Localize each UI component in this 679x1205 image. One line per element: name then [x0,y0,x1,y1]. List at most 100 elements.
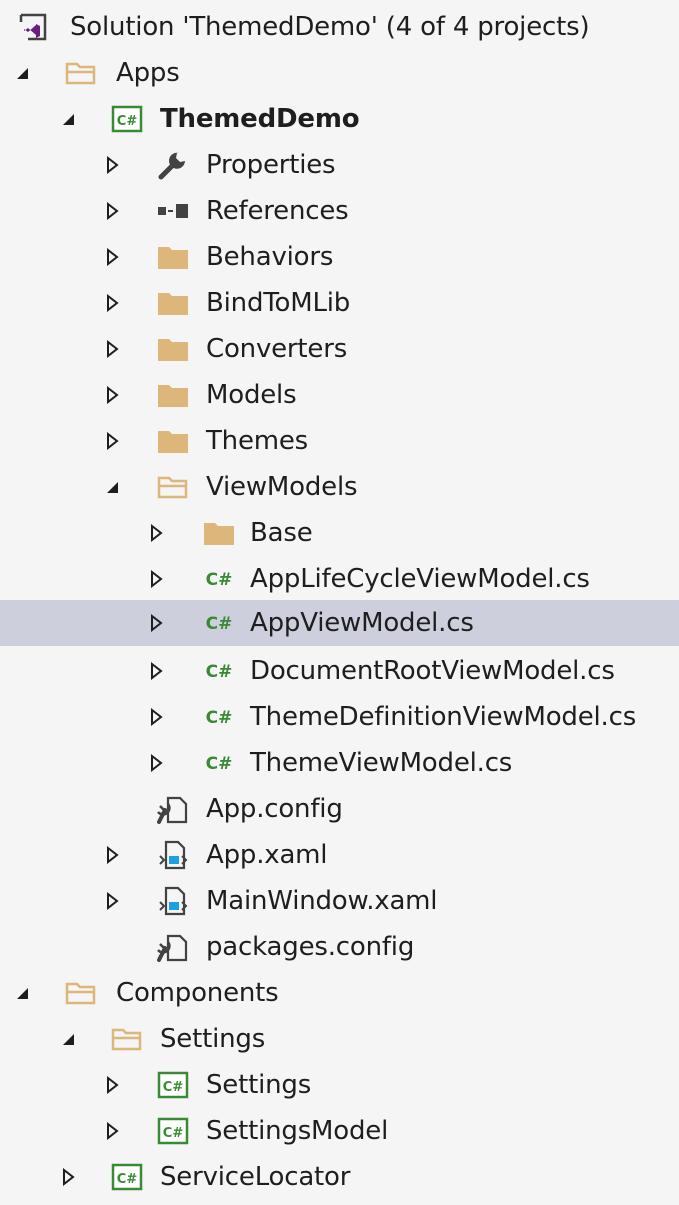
svg-text:C#: C# [206,614,233,634]
tree-item-bindtomlib-folder[interactable]: BindToMLib [0,280,679,326]
tree-item-packages-config-file[interactable]: packages.config [0,924,679,970]
solution-explorer-tree: Solution 'ThemedDemo' (4 of 4 projects) … [0,0,679,1205]
svg-text:C#: C# [117,1172,138,1187]
themeddemo-label: ThemedDemo [160,104,360,134]
expand-arrow-icon[interactable] [98,878,126,924]
csharp-project-icon: C# [154,1108,192,1154]
visual-studio-solution-icon [14,4,52,50]
expand-arrow-icon[interactable] [98,418,126,464]
svg-text:C#: C# [163,1126,184,1141]
folder-icon [200,510,238,556]
folder-icon [154,280,192,326]
folder-open-icon [108,1016,146,1062]
csharp-project-icon: C# [154,1062,192,1108]
apps-folder-label: Apps [116,58,180,88]
folder-icon [154,326,192,372]
tree-item-components-folder[interactable]: Components [0,970,679,1016]
expand-arrow-icon[interactable] [98,142,126,188]
app-xaml-label: App.xaml [206,840,328,870]
components-folder-label: Components [116,978,279,1008]
solution-label: Solution 'ThemedDemo' (4 of 4 projects) [70,12,590,42]
tree-item-settings-folder[interactable]: Settings [0,1016,679,1062]
xaml-file-icon [154,832,192,878]
folder-open-icon [62,970,100,1016]
svg-text:C#: C# [206,708,233,728]
tree-item-solution[interactable]: Solution 'ThemedDemo' (4 of 4 projects) [0,4,679,50]
expand-arrow-icon[interactable] [142,648,170,694]
applifecycleviewmodel-label: AppLifeCycleViewModel.cs [250,564,590,594]
expand-arrow-icon[interactable] [98,188,126,234]
expand-arrow-icon[interactable] [98,280,126,326]
svg-text:C#: C# [163,1080,184,1095]
expand-arrow-icon[interactable] [98,1062,126,1108]
svg-text:C#: C# [206,570,233,590]
tree-item-settingsmodel-project[interactable]: C# SettingsModel [0,1108,679,1154]
tree-item-applifecycleviewmodel-file[interactable]: C# AppLifeCycleViewModel.cs [0,556,679,602]
folder-open-icon [62,50,100,96]
tree-item-app-xaml-file[interactable]: App.xaml [0,832,679,878]
references-label: References [206,196,349,226]
config-file-icon [154,924,192,970]
collapse-arrow-icon[interactable] [54,1016,82,1062]
wrench-icon [154,142,192,188]
references-icon [154,188,192,234]
tree-item-properties[interactable]: Properties [0,142,679,188]
tree-item-themes-folder[interactable]: Themes [0,418,679,464]
expand-arrow-icon[interactable] [98,832,126,878]
tree-item-app-config-file[interactable]: App.config [0,786,679,832]
collapse-arrow-icon[interactable] [8,50,36,96]
expand-arrow-icon[interactable] [142,510,170,556]
expand-arrow-icon[interactable] [142,740,170,786]
expand-arrow-icon[interactable] [98,326,126,372]
tree-item-base-folder[interactable]: Base [0,510,679,556]
tree-item-settings-project[interactable]: C# Settings [0,1062,679,1108]
settingsmodel-project-label: SettingsModel [206,1116,389,1146]
tree-item-servicelocator-project[interactable]: C# ServiceLocator [0,1154,679,1200]
svg-text:C#: C# [206,662,233,682]
themeviewmodel-label: ThemeViewModel.cs [250,748,513,778]
mainwindow-xaml-label: MainWindow.xaml [206,886,438,916]
config-file-icon [154,786,192,832]
tree-item-models-folder[interactable]: Models [0,372,679,418]
collapse-arrow-icon[interactable] [8,970,36,1016]
csharp-file-icon: C# [200,648,238,694]
csharp-file-icon: C# [200,600,238,646]
tree-item-documentrootviewmodel-file[interactable]: C# DocumentRootViewModel.cs [0,648,679,694]
settings-folder-label: Settings [160,1024,266,1054]
tree-item-appviewmodel-file[interactable]: C# AppViewModel.cs [0,600,679,646]
packages-config-label: packages.config [206,932,415,962]
tree-item-themeviewmodel-file[interactable]: C# ThemeViewModel.cs [0,740,679,786]
tree-item-references[interactable]: References [0,188,679,234]
expand-arrow-icon[interactable] [142,694,170,740]
expand-arrow-icon[interactable] [142,600,170,646]
csharp-project-icon: C# [108,1154,146,1200]
models-label: Models [206,380,297,410]
collapse-arrow-icon[interactable] [98,464,126,510]
converters-label: Converters [206,334,348,364]
tree-item-themeddemo-project[interactable]: C# ThemedDemo [0,96,679,142]
expand-arrow-icon[interactable] [98,234,126,280]
xaml-file-icon [154,878,192,924]
tree-item-converters-folder[interactable]: Converters [0,326,679,372]
properties-label: Properties [206,150,336,180]
themedefinitionviewmodel-label: ThemeDefinitionViewModel.cs [250,702,637,732]
tree-item-themedefinitionviewmodel-file[interactable]: C# ThemeDefinitionViewModel.cs [0,694,679,740]
folder-icon [154,234,192,280]
expand-arrow-icon[interactable] [98,1108,126,1154]
csharp-file-icon: C# [200,694,238,740]
expand-arrow-icon[interactable] [98,372,126,418]
folder-icon [154,418,192,464]
expand-arrow-icon[interactable] [54,1154,82,1200]
csharp-file-icon: C# [200,556,238,602]
documentrootviewmodel-label: DocumentRootViewModel.cs [250,656,615,686]
collapse-arrow-icon[interactable] [54,96,82,142]
tree-item-behaviors-folder[interactable]: Behaviors [0,234,679,280]
tree-item-apps-folder[interactable]: Apps [0,50,679,96]
tree-item-mainwindow-xaml-file[interactable]: MainWindow.xaml [0,878,679,924]
tree-item-viewmodels-folder[interactable]: ViewModels [0,464,679,510]
appviewmodel-label: AppViewModel.cs [250,608,474,638]
expand-arrow-icon[interactable] [142,556,170,602]
servicelocator-project-label: ServiceLocator [160,1162,351,1192]
folder-icon [154,372,192,418]
svg-text:C#: C# [117,114,138,129]
